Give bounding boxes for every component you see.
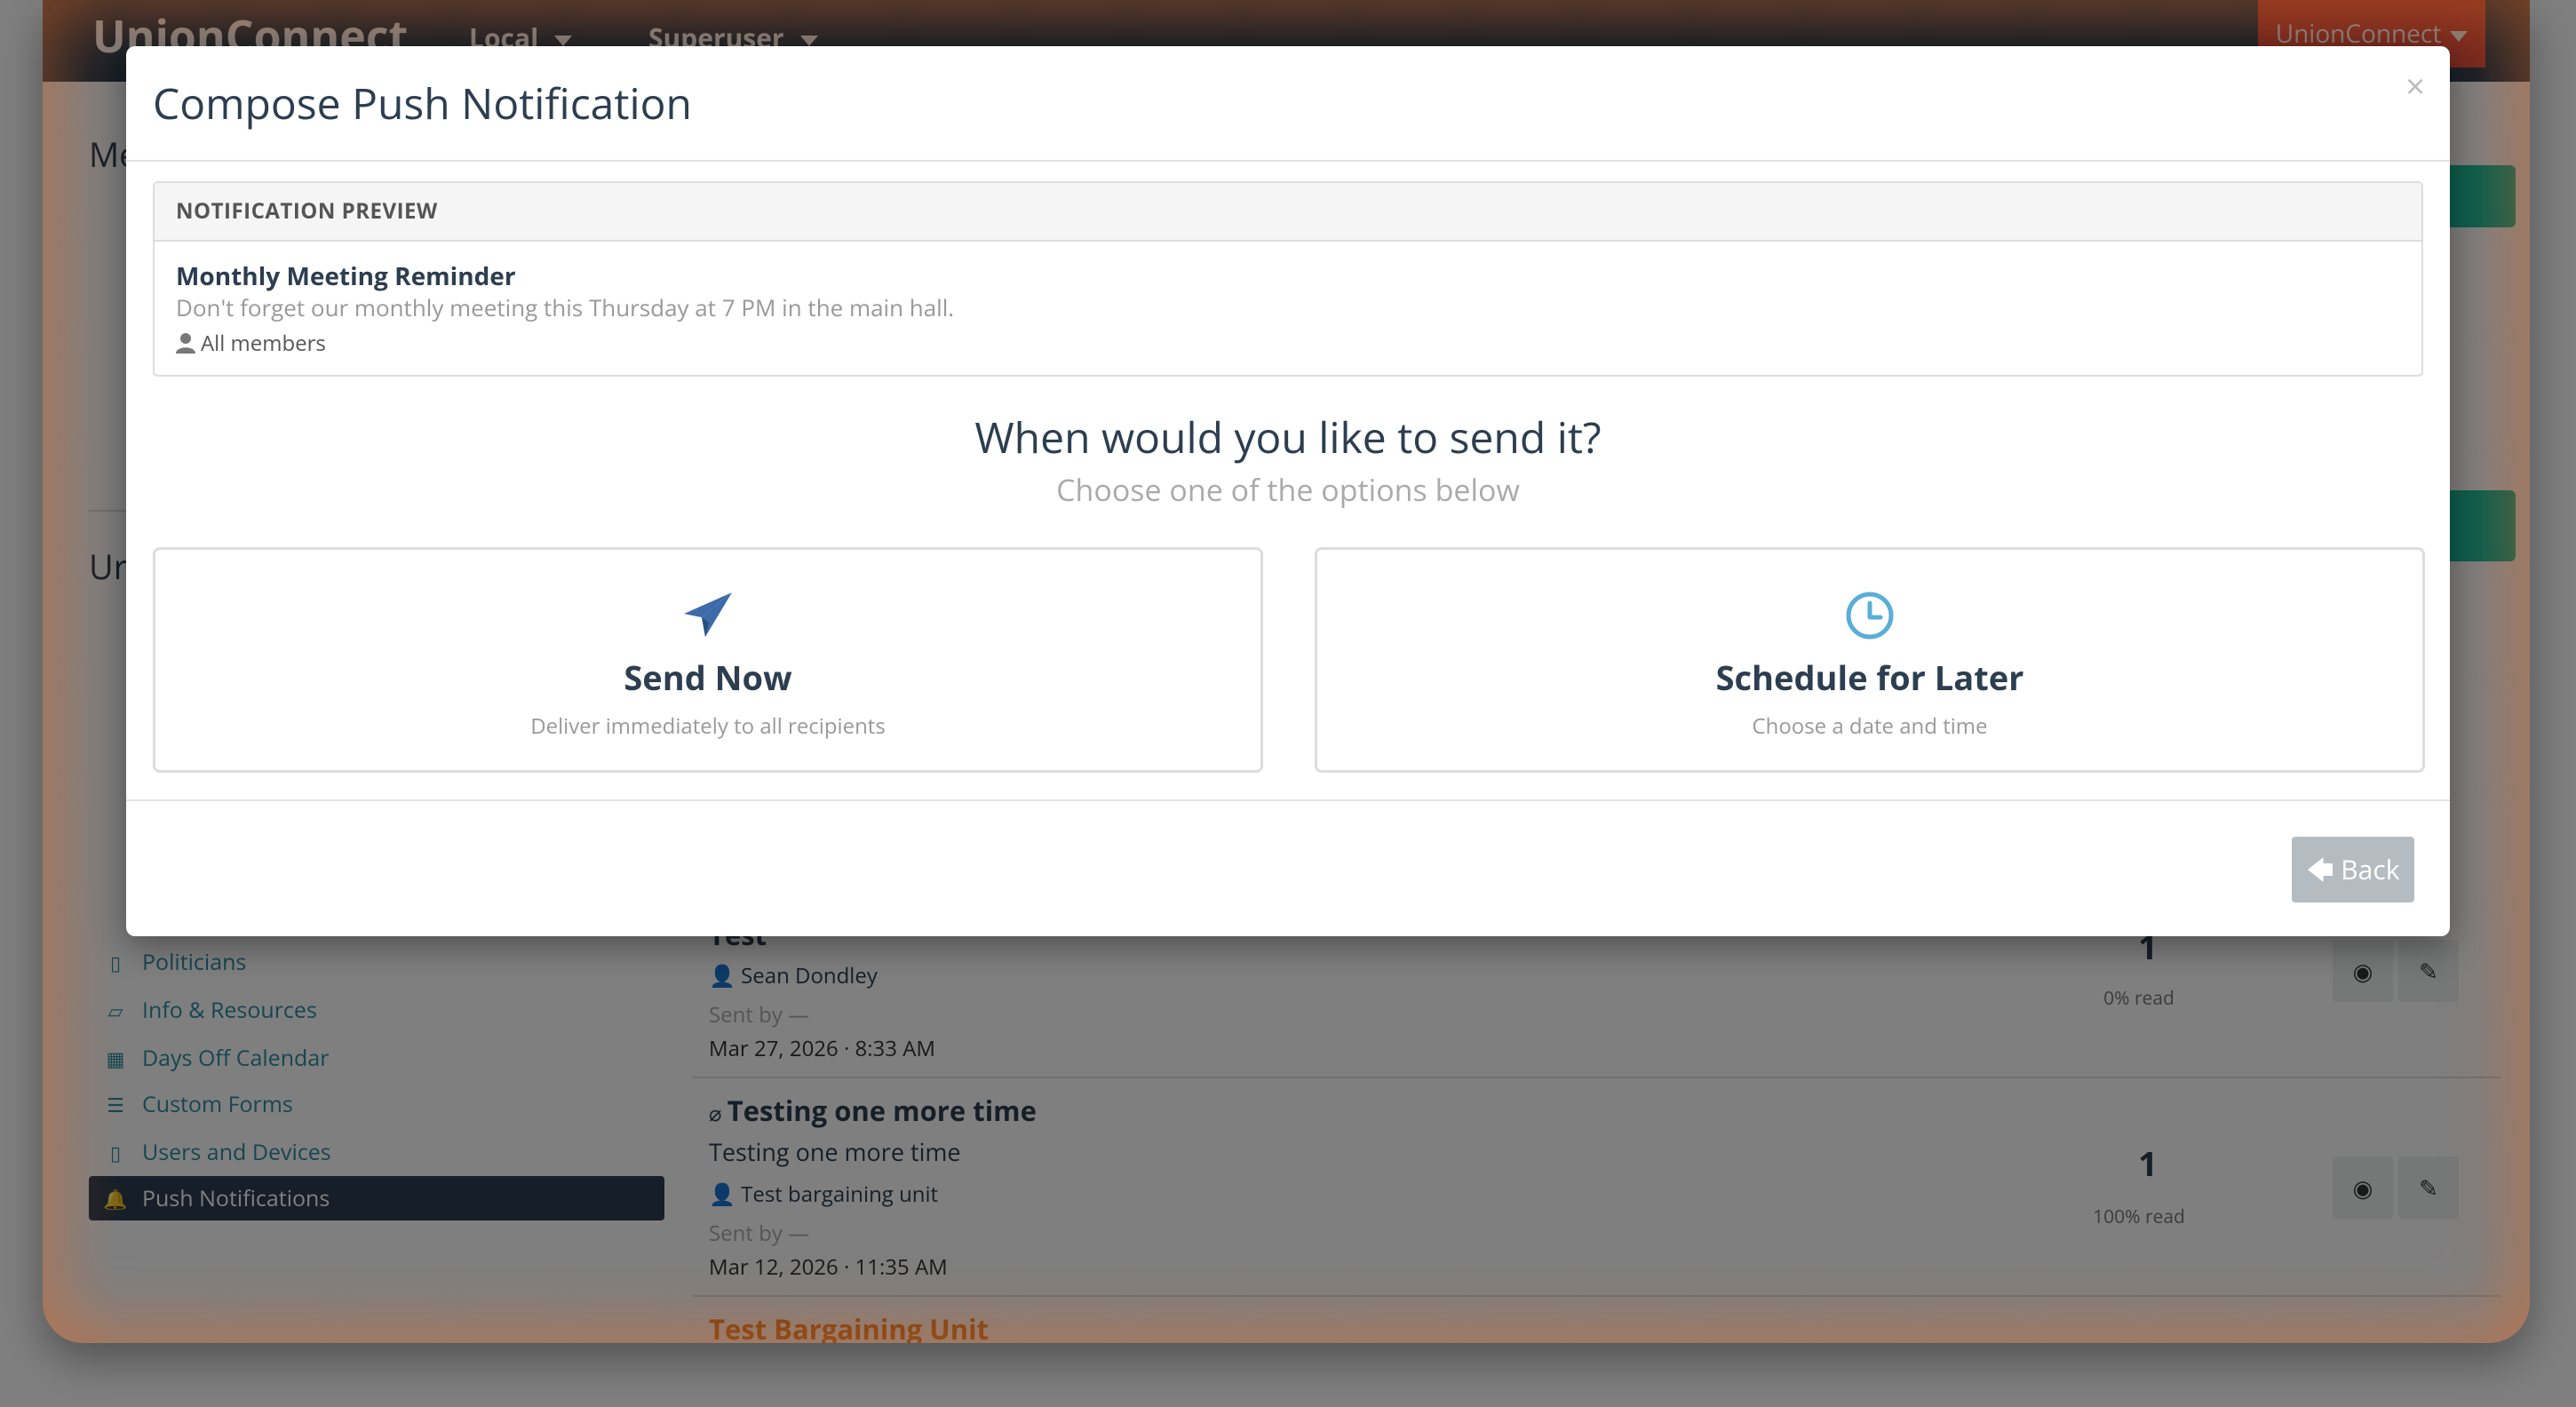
paper-plane-icon: [155, 591, 1260, 643]
preview-header: NOTIFICATION PREVIEW: [155, 183, 2421, 242]
send-now-option[interactable]: Send Now Deliver immediately to all reci…: [153, 547, 1263, 773]
send-now-title: Send Now: [624, 655, 792, 701]
send-timing-subtitle: Choose one of the options below: [1056, 469, 1520, 510]
notification-preview-panel: NOTIFICATION PREVIEW Monthly Meeting Rem…: [153, 181, 2423, 377]
send-now-description: Deliver immediately to all recipients: [530, 711, 886, 741]
preview-target-label: All members: [201, 329, 326, 358]
preview-target: All members: [176, 329, 326, 358]
schedule-later-option[interactable]: Schedule for Later Choose a date and tim…: [1315, 547, 2425, 773]
schedule-later-description: Choose a date and time: [1752, 711, 1988, 741]
clock-icon: [1317, 591, 2422, 645]
back-button-label: Back: [2341, 851, 2400, 887]
user-icon: [176, 333, 195, 354]
send-timing-question: When would you like to send it?: [974, 409, 1602, 466]
divider: [126, 799, 2450, 801]
close-button[interactable]: ×: [2405, 69, 2425, 103]
divider: [126, 160, 2450, 162]
back-button[interactable]: 🡄 Back: [2292, 837, 2414, 902]
preview-body: Don't forget our monthly meeting this Th…: [176, 291, 955, 323]
compose-push-notification-modal: Compose Push Notification × NOTIFICATION…: [126, 46, 2450, 936]
modal-title: Compose Push Notification: [153, 75, 692, 132]
preview-title: Monthly Meeting Reminder: [176, 259, 516, 293]
close-icon: ×: [2405, 63, 2425, 109]
arrow-left-icon: 🡄: [2306, 851, 2341, 887]
schedule-later-title: Schedule for Later: [1715, 655, 2024, 701]
